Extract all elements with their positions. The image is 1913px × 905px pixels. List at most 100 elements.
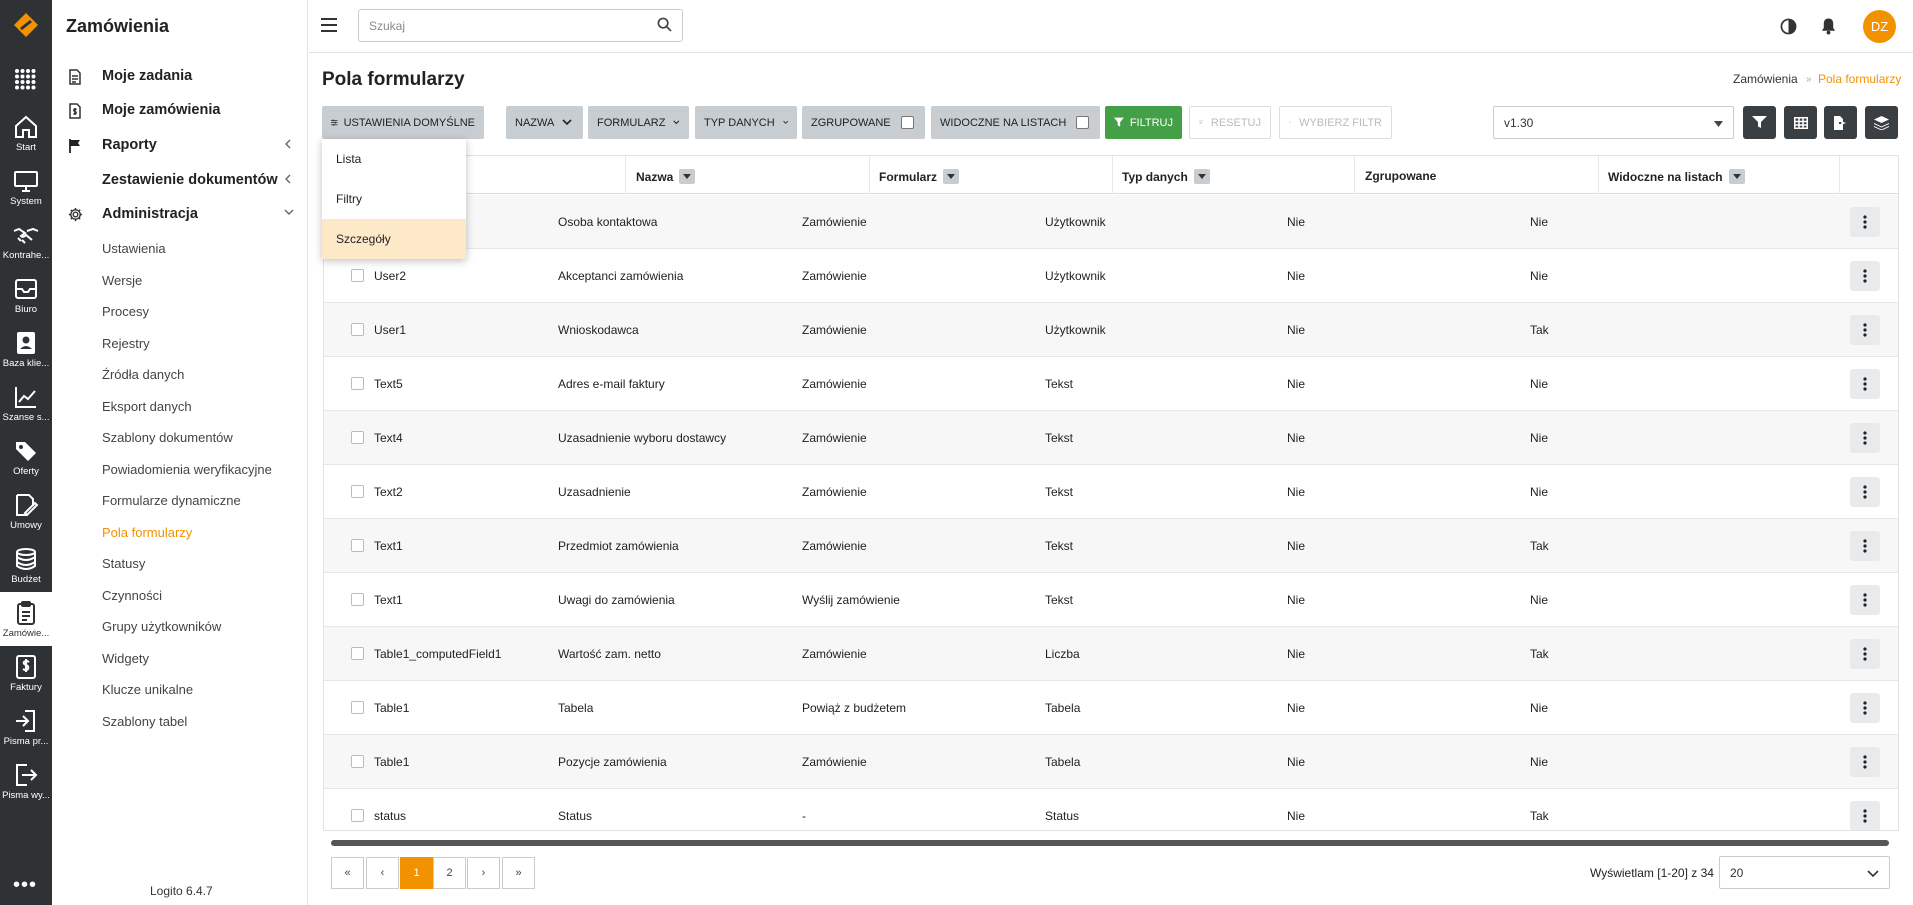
row-actions-button[interactable] (1850, 585, 1880, 615)
row-checkbox[interactable] (351, 809, 364, 822)
filter-typ-danych-dropdown[interactable]: TYP DANYCH (695, 106, 797, 139)
pagination-first[interactable]: « (331, 857, 364, 889)
sidebar-sub-grupy-uzytkownikow[interactable]: Grupy użytkowników (102, 618, 221, 636)
sidebar-sub-statusy[interactable]: Statusy (102, 555, 145, 573)
horizontal-scrollbar[interactable] (331, 840, 1889, 846)
row-actions-button[interactable] (1850, 369, 1880, 399)
rail-item-start[interactable]: Start (0, 112, 52, 166)
rail-item-szanse[interactable]: Szanse s... (0, 382, 52, 436)
pagination-next[interactable]: › (467, 857, 500, 889)
rail-item-faktury[interactable]: Faktury (0, 652, 52, 706)
sidebar-item-raporty[interactable]: Raporty (52, 131, 308, 159)
sidebar-sub-ustawienia[interactable]: Ustawienia (102, 240, 166, 258)
hamburger-menu-icon[interactable] (321, 18, 337, 32)
reset-button[interactable]: RESETUJ (1189, 106, 1271, 139)
page-size-select[interactable]: 20 (1719, 856, 1890, 889)
menu-item-lista[interactable]: Lista (322, 139, 466, 179)
sidebar-item-administracja[interactable]: Administracja (52, 200, 308, 228)
pagination-last[interactable]: » (502, 857, 535, 889)
column-header-typ-danych[interactable]: Typ danych (1122, 169, 1210, 184)
rail-item-zamowienia[interactable]: Zamówie... (0, 592, 52, 646)
column-header-widoczne[interactable]: Widoczne na listach (1608, 169, 1745, 184)
apps-grid-icon[interactable] (14, 68, 36, 90)
theme-toggle-icon[interactable] (1780, 18, 1797, 35)
filter-button[interactable]: FILTRUJ (1105, 106, 1182, 139)
breadcrumb-parent[interactable]: Zamówienia (1733, 72, 1798, 86)
sidebar-sub-widgety[interactable]: Widgety (102, 650, 149, 668)
table-row[interactable]: User1 Wnioskodawca Zamówienie Użytkownik Nie… (324, 303, 1898, 357)
table-columns-button[interactable] (1784, 106, 1817, 139)
search-icon[interactable] (657, 17, 672, 32)
table-row[interactable]: Osoba kontaktowa Zamówienie Użytkownik Nie N… (324, 195, 1898, 249)
row-checkbox[interactable] (351, 647, 364, 660)
default-settings-button[interactable]: USTAWIENIA DOMYŚLNE (322, 106, 484, 139)
sidebar-sub-powiadomienia[interactable]: Powiadomienia weryfikacyjne (102, 461, 272, 479)
rail-item-pisma-przychodzace[interactable]: Pisma pr... (0, 706, 52, 760)
row-actions-button[interactable] (1850, 639, 1880, 669)
table-row[interactable]: Text2 Uzasadnienie Zamówienie Tekst Nie Nie (324, 465, 1898, 519)
rail-item-oferty[interactable]: Oferty (0, 436, 52, 490)
sidebar-sub-formularze-dynamiczne[interactable]: Formularze dynamiczne (102, 492, 241, 510)
zgrupowane-checkbox[interactable] (900, 116, 914, 129)
sidebar-item-moje-zadania[interactable]: Moje zadania (52, 62, 308, 90)
logo-icon[interactable] (13, 12, 39, 38)
menu-item-szczegoly[interactable]: Szczegóły (322, 219, 466, 259)
table-row[interactable]: status Status - Status Nie Tak (324, 789, 1898, 830)
column-header-zgrupowane[interactable]: Zgrupowane (1365, 169, 1436, 183)
column-filter-icon[interactable] (943, 169, 960, 184)
menu-item-filtry[interactable]: Filtry (322, 179, 466, 219)
rail-item-pisma-wychodzace[interactable]: Pisma wy... (0, 760, 52, 814)
filter-zgrupowane-toggle[interactable]: ZGRUPOWANE (802, 106, 925, 139)
search-input[interactable] (358, 9, 683, 42)
row-actions-button[interactable] (1850, 531, 1880, 561)
table-row[interactable]: Text1 Uwagi do zamówienia Wyślij zamówieni… (324, 573, 1898, 627)
row-checkbox[interactable] (351, 485, 364, 498)
filter-widoczne-toggle[interactable]: WIDOCZNE NA LISTACH (931, 106, 1100, 139)
row-actions-button[interactable] (1850, 693, 1880, 723)
row-checkbox[interactable] (351, 323, 364, 336)
row-checkbox[interactable] (351, 431, 364, 444)
row-checkbox[interactable] (351, 377, 364, 390)
column-header-nazwa[interactable]: Nazwa (636, 169, 696, 184)
row-actions-button[interactable] (1850, 801, 1880, 830)
avatar[interactable]: DZ (1863, 10, 1896, 43)
filter-nazwa-dropdown[interactable]: NAZWA (506, 106, 583, 139)
rail-item-kontrahenci[interactable]: Kontrahe... (0, 220, 52, 274)
table-row[interactable]: Table1 Tabela Powiąż z budżetem Tabela Nie Ni… (324, 681, 1898, 735)
sidebar-sub-szablony-tabel[interactable]: Szablony tabel (102, 713, 187, 731)
table-row[interactable]: User2 Akceptanci zamówienia Zamówienie Użyt… (324, 249, 1898, 303)
row-checkbox[interactable] (351, 593, 364, 606)
row-actions-button[interactable] (1850, 423, 1880, 453)
layers-button[interactable] (1865, 106, 1898, 139)
export-button[interactable] (1824, 106, 1857, 139)
advanced-filter-button[interactable] (1743, 106, 1776, 139)
rail-item-system[interactable]: System (0, 166, 52, 220)
rail-item-baza-klientow[interactable]: Baza klie... (0, 328, 52, 382)
row-checkbox[interactable] (351, 701, 364, 714)
row-checkbox[interactable] (351, 269, 364, 282)
column-filter-icon[interactable] (1193, 169, 1210, 184)
filter-formularz-dropdown[interactable]: FORMULARZ (588, 106, 689, 139)
bell-icon[interactable] (1820, 17, 1837, 35)
table-row[interactable]: Text4 Uzasadnienie wyboru dostawcy Zamówie… (324, 411, 1898, 465)
sidebar-sub-klucze-unikalne[interactable]: Klucze unikalne (102, 681, 193, 699)
widoczne-checkbox[interactable] (1076, 116, 1090, 129)
more-icon[interactable]: ••• (13, 875, 37, 895)
sidebar-item-moje-zamowienia[interactable]: Moje zamówienia (52, 96, 308, 124)
sidebar-sub-rejestry[interactable]: Rejestry (102, 335, 150, 353)
column-filter-icon[interactable] (679, 169, 696, 184)
row-actions-button[interactable] (1850, 477, 1880, 507)
column-filter-icon[interactable] (1728, 169, 1745, 184)
sidebar-sub-wersje[interactable]: Wersje (102, 272, 142, 290)
table-row[interactable]: Table1 Pozycje zamówienia Zamówienie Tabela… (324, 735, 1898, 789)
row-actions-button[interactable] (1850, 315, 1880, 345)
sidebar-sub-procesy[interactable]: Procesy (102, 303, 149, 321)
row-checkbox[interactable] (351, 539, 364, 552)
pagination-page-1[interactable]: 1 (400, 857, 433, 889)
row-actions-button[interactable] (1850, 261, 1880, 291)
row-actions-button[interactable] (1850, 747, 1880, 777)
pagination-prev[interactable]: ‹ (366, 857, 399, 889)
pagination-page-2[interactable]: 2 (433, 857, 466, 889)
sidebar-sub-zrodla-danych[interactable]: Źródła danych (102, 366, 184, 384)
rail-item-biuro[interactable]: Biuro (0, 274, 52, 328)
